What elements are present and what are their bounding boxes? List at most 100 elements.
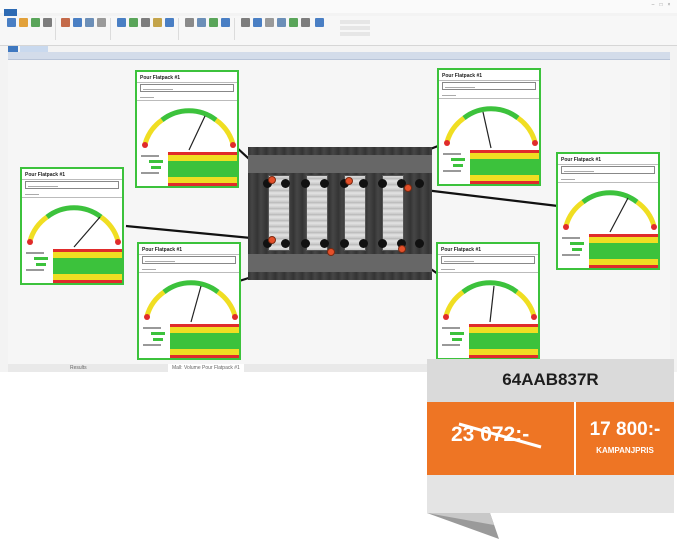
pane-header xyxy=(8,52,670,60)
ribbon-button-13[interactable] xyxy=(164,18,174,38)
strikethrough-mark xyxy=(458,422,542,449)
print-icon xyxy=(264,18,274,27)
ribbon-button-14[interactable] xyxy=(184,18,194,38)
ribbon-button-17[interactable] xyxy=(220,18,230,38)
ribbon-button-23[interactable] xyxy=(300,18,310,38)
tab-results[interactable]: Results xyxy=(70,364,87,372)
gauge-icon xyxy=(128,18,138,27)
ruler-icon xyxy=(140,18,150,27)
gauge-tool-panel[interactable]: Pour Flatpack #1 xyxy=(436,242,540,360)
ribbon-button-18[interactable] xyxy=(240,18,250,38)
ribbon-button-10[interactable] xyxy=(128,18,138,38)
ribbon-button-12[interactable] xyxy=(152,18,162,38)
minimize-icon[interactable]: – xyxy=(650,3,656,8)
options-icon xyxy=(300,18,310,27)
ribbon-toolbar xyxy=(0,16,677,46)
gauge-dial xyxy=(443,280,537,323)
measure-point-marker[interactable] xyxy=(327,248,335,256)
ribbon-button-20[interactable] xyxy=(264,18,274,38)
file-tab[interactable] xyxy=(4,9,17,16)
inspection-app-window: – □ × Pour Flatpack #1 Pour Flatpack #1 … xyxy=(0,0,677,372)
ribbon-button-11[interactable] xyxy=(140,18,150,38)
ribbon-button-15[interactable] xyxy=(196,18,206,38)
ribbon-button-21[interactable] xyxy=(276,18,286,38)
campaign-price-label: KAMPANJPRIS xyxy=(596,446,654,455)
check-icon xyxy=(208,18,218,27)
tab-volume-tool[interactable]: Mall: Volume Pour Flatpack #1 xyxy=(168,364,244,372)
tolerance-bands xyxy=(53,249,122,283)
campaign-price: 17 800:- xyxy=(589,419,661,440)
measure-point-marker[interactable] xyxy=(404,184,412,192)
run-icon xyxy=(30,18,40,27)
grid-icon xyxy=(84,18,94,27)
probe-icon xyxy=(184,18,194,27)
gauge-tool-panel[interactable]: Pour Flatpack #1 xyxy=(137,242,241,360)
settings-icon xyxy=(42,18,52,27)
ribbon-button-5[interactable] xyxy=(60,18,70,38)
gauge-tool-panel[interactable]: Pour Flatpack #1 xyxy=(437,68,541,186)
measure-point-marker[interactable] xyxy=(398,245,406,253)
window-icon xyxy=(314,18,324,27)
chart-icon xyxy=(164,18,174,27)
record-icon xyxy=(60,18,70,27)
ribbon-button-4[interactable] xyxy=(42,18,52,38)
ribbon-option-list[interactable] xyxy=(340,20,370,38)
filter-icon xyxy=(196,18,206,27)
ribbon-button-24[interactable] xyxy=(314,18,324,38)
tool-name: Pour Flatpack #1 xyxy=(139,244,239,255)
tolerance-bands xyxy=(589,234,658,268)
title-bar: – □ × xyxy=(0,0,677,13)
ribbon-button-9[interactable] xyxy=(116,18,126,38)
tolerance-bands xyxy=(469,324,538,358)
inspected-part-image xyxy=(248,147,432,280)
gauge-tool-panel[interactable]: Pour Flatpack #1 xyxy=(135,70,239,188)
price-tag-bottom xyxy=(427,475,674,513)
refresh-icon xyxy=(240,18,250,27)
price-tag-prices: 23 072:- 17 800:- KAMPANJPRIS xyxy=(427,402,674,475)
tool-name: Pour Flatpack #1 xyxy=(439,70,539,81)
measure-icon xyxy=(96,18,106,27)
tool-name: Pour Flatpack #1 xyxy=(137,72,237,83)
price-tag-model-box: 64AAB837R xyxy=(427,359,674,402)
gauge-dial xyxy=(142,108,236,151)
image-icon xyxy=(72,18,82,27)
ribbon-button-1[interactable] xyxy=(6,18,16,38)
close-icon[interactable]: × xyxy=(666,3,672,8)
measure-point-marker[interactable] xyxy=(268,176,276,184)
gauge-tool-panel[interactable]: Pour Flatpack #1 xyxy=(556,152,660,270)
measure-point-marker[interactable] xyxy=(345,177,353,185)
ribbon-button-3[interactable] xyxy=(30,18,40,38)
tolerance-bands xyxy=(170,324,239,358)
gauge-dial xyxy=(563,190,657,233)
maximize-icon[interactable]: □ xyxy=(658,3,664,8)
measure-point-marker[interactable] xyxy=(268,236,276,244)
report-icon xyxy=(288,18,298,27)
tool-name: Pour Flatpack #1 xyxy=(22,169,122,180)
ribbon-button-8[interactable] xyxy=(96,18,106,38)
light-icon xyxy=(152,18,162,27)
gauge-dial xyxy=(144,280,238,323)
campaign-price-box: 17 800:- KAMPANJPRIS xyxy=(576,402,674,475)
layout-icon xyxy=(220,18,230,27)
tool-name: Pour Flatpack #1 xyxy=(438,244,538,255)
price-tag-fold xyxy=(427,513,499,539)
tool-name: Pour Flatpack #1 xyxy=(558,154,658,165)
ribbon-button-22[interactable] xyxy=(288,18,298,38)
gauge-tool-panel[interactable]: Pour Flatpack #1 xyxy=(20,167,124,285)
product-model-number: 64AAB837R xyxy=(502,370,599,389)
ribbon-button-16[interactable] xyxy=(208,18,218,38)
camera-icon xyxy=(6,18,16,27)
ribbon-button-2[interactable] xyxy=(18,18,28,38)
table-icon xyxy=(276,18,286,27)
ribbon-button-19[interactable] xyxy=(252,18,262,38)
zoom-icon xyxy=(116,18,126,27)
export-icon xyxy=(252,18,262,27)
gauge-dial xyxy=(444,106,538,149)
ribbon-button-7[interactable] xyxy=(84,18,94,38)
ribbon-button-6[interactable] xyxy=(72,18,82,38)
gauge-dial xyxy=(27,205,121,248)
old-price-box: 23 072:- xyxy=(427,402,574,475)
tolerance-bands xyxy=(470,150,539,184)
folder-icon xyxy=(18,18,28,27)
tolerance-bands xyxy=(168,152,237,186)
